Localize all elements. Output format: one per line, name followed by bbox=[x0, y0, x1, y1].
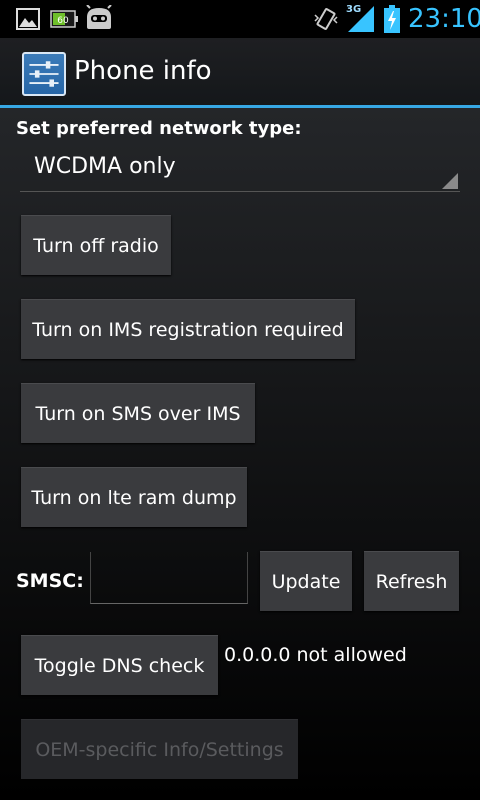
cyanogen-icon bbox=[86, 5, 112, 29]
smsc-input[interactable] bbox=[90, 552, 248, 604]
ims-registration-button[interactable]: Turn on IMS registration required bbox=[21, 299, 355, 359]
battery-notification-icon: 60 bbox=[50, 10, 78, 28]
dropdown-arrow-icon bbox=[442, 173, 458, 189]
signal-icon bbox=[348, 6, 374, 32]
status-bar: 60 3G 23:10 bbox=[0, 0, 480, 38]
settings-sliders-icon[interactable] bbox=[22, 52, 66, 96]
gallery-icon bbox=[16, 8, 40, 30]
toggle-dns-check-button[interactable]: Toggle DNS check bbox=[21, 635, 218, 695]
vibrate-icon bbox=[314, 8, 338, 30]
network-type-value: WCDMA only bbox=[34, 154, 176, 179]
smsc-label: SMSC: bbox=[16, 570, 84, 592]
dns-status-text: 0.0.0.0 not allowed bbox=[224, 644, 407, 666]
battery-charging-icon bbox=[384, 5, 400, 33]
lte-ram-dump-button[interactable]: Turn on lte ram dump bbox=[21, 467, 247, 527]
sms-over-ims-button[interactable]: Turn on SMS over IMS bbox=[21, 383, 255, 443]
battery-notification-text: 60 bbox=[57, 16, 69, 26]
refresh-button[interactable]: Refresh bbox=[364, 551, 459, 611]
network-type-label: Set preferred network type: bbox=[16, 118, 302, 139]
page-title: Phone info bbox=[74, 56, 212, 86]
update-button[interactable]: Update bbox=[260, 551, 352, 611]
clock-text: 23:10 bbox=[408, 4, 480, 34]
phone-info-content: Set preferred network type: WCDMA only T… bbox=[0, 108, 480, 800]
oem-settings-button: OEM-specific Info/Settings bbox=[21, 719, 298, 779]
network-type-spinner[interactable]: WCDMA only bbox=[20, 148, 460, 192]
turn-off-radio-button[interactable]: Turn off radio bbox=[21, 215, 171, 275]
action-bar: Phone info bbox=[0, 38, 480, 108]
